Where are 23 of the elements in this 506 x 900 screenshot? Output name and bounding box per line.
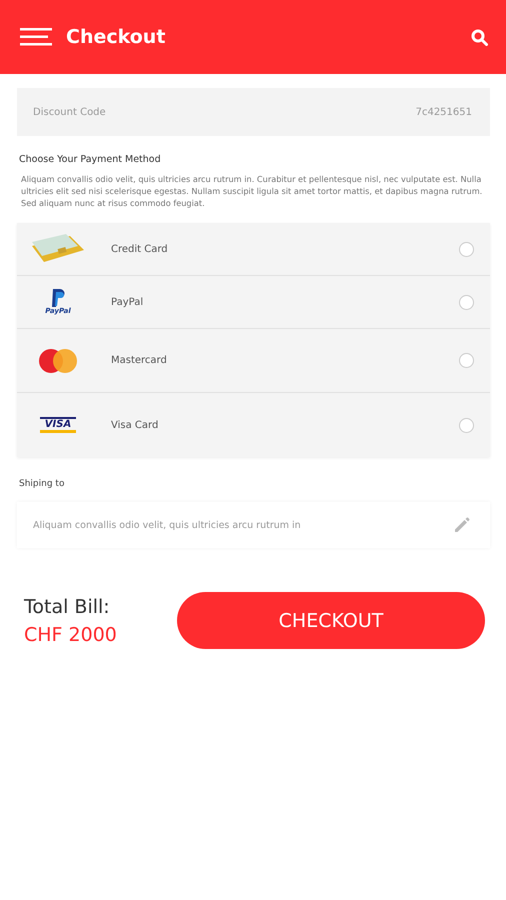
discount-code-field[interactable]: Discount Code 7c4251651 [17,88,490,136]
visa-logo: VISA [40,417,76,433]
total-amount: CHF 2000 [24,624,118,646]
description-text: Aliquam convallis odio velit, quis ultricies arcu rutrum in. Curabitur et pellentesque nisl, nec vulputate est. Nulla ultricies elit sed nisi scelerisque egestas. Nullam suscipit ligula sit amet tortor mattis, et dapibus magna rutrum. Sed aliquam nunc at risus commodo feugiat. [21,173,484,209]
section-heading: Choose Your Payment Method [19,154,162,165]
payment-method-label: PayPal [111,296,144,308]
shipping-address-field[interactable]: Aliquam convallis odio velit, quis ultricies arcu rutrum in [17,502,490,548]
radio-button[interactable] [459,294,474,310]
page-title: Checkout [66,26,166,48]
total-label: Total Bill: [24,596,111,618]
mastercard-logo [38,348,78,374]
credit-card-icon [30,234,86,264]
payment-method-label: Credit Card [111,244,169,254]
radio-button[interactable] [459,418,474,432]
shipping-label: Shiping to [19,479,66,489]
payment-method-label: Visa Card [111,420,160,430]
menu-icon[interactable] [20,28,52,46]
search-icon[interactable] [471,28,488,46]
checkout-button[interactable]: CHECKOUT [177,592,485,649]
pencil-icon[interactable] [454,517,470,533]
radio-button[interactable] [459,353,474,368]
payment-method-label: Mastercard [111,355,168,366]
radio-button[interactable] [459,242,474,256]
